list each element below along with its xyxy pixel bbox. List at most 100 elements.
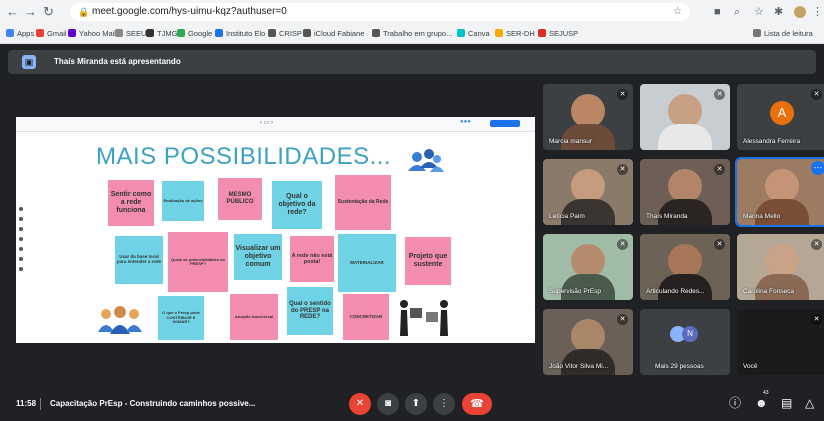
participant-tile[interactable]: ✕ Supervisão PrEsp: [543, 234, 633, 300]
bookmark-sejusp[interactable]: SEJUSP: [538, 27, 578, 40]
more-participants-tile[interactable]: N Mais 29 pessoas: [640, 309, 730, 375]
url-text: meet.google.com/hys-uimu-kqz?authuser=0: [92, 6, 287, 17]
bookmark-google[interactable]: Google: [177, 27, 212, 40]
lock-icon: 🔒: [78, 7, 90, 17]
star-icon[interactable]: ☆: [754, 4, 764, 20]
sticky-note[interactable]: Usar da base local para entender a rede: [115, 236, 163, 284]
zoom-icon[interactable]: ⌕: [734, 4, 740, 20]
bookmark-trabalho[interactable]: Trabalho em grupo...: [372, 27, 452, 40]
reload-icon[interactable]: ↻: [43, 4, 54, 20]
browser-toolbar: ← → ↻ 🔒 meet.google.com/hys-uimu-kqz?aut…: [0, 0, 824, 24]
present-icon: ▣: [22, 55, 36, 69]
participant-tile[interactable]: ⋯ Marina Mello: [735, 157, 824, 227]
presenting-text: Thaís Miranda está apresentando: [54, 57, 181, 66]
side-tools: [19, 207, 25, 277]
sticky-note[interactable]: Sentir como a rede funciona: [108, 180, 154, 226]
sticky-note[interactable]: Projeto que sustente: [405, 237, 451, 285]
profile-avatar[interactable]: [794, 6, 806, 18]
people-icon[interactable]: ☻: [755, 394, 768, 412]
bookmark-tjmg[interactable]: TJMG: [146, 27, 177, 40]
address-bar[interactable]: 🔒 meet.google.com/hys-uimu-kqz?authuser=…: [70, 3, 690, 21]
participant-tile[interactable]: ✕ Marcia mansur: [543, 84, 633, 150]
self-tile[interactable]: ✕ Você: [737, 309, 824, 375]
divider: [40, 398, 41, 410]
participant-tile[interactable]: ✕ Thaís Miranda: [640, 159, 730, 225]
bookmarks-bar: Apps Gmail Yahoo Mail SEEU TJMG Google I…: [0, 24, 824, 44]
more-options-icon[interactable]: ⋮: [433, 393, 455, 415]
bookmark-crisp[interactable]: CRISP: [268, 27, 302, 40]
bookmark-apps[interactable]: Apps: [6, 27, 34, 40]
bookmark-icloud[interactable]: iCloud Fabiane: [303, 27, 364, 40]
participant-name: Supervisão PrEsp: [549, 288, 602, 295]
people-count-badge: 43: [763, 390, 769, 396]
bookmark-star-icon[interactable]: ☆: [673, 3, 682, 21]
bookmark-seeu[interactable]: SEEU: [115, 27, 146, 40]
app-logo: ●●●: [460, 119, 471, 125]
sticky-note[interactable]: MESMO PÚBLICO: [218, 178, 262, 220]
camera-icon[interactable]: ■: [714, 4, 721, 20]
participant-tile[interactable]: ✕ Articulando Redes...: [640, 234, 730, 300]
bookmark-gmail[interactable]: Gmail: [36, 27, 67, 40]
sticky-note[interactable]: Qual o objetivo da rede?: [272, 181, 322, 229]
team-icon: [98, 306, 142, 334]
participant-tile[interactable]: ✕ Carolina Fonseca: [737, 234, 824, 300]
menu-icon[interactable]: ⋮: [812, 4, 823, 20]
avatar: N: [682, 326, 698, 342]
participant-tile[interactable]: ✕ João Vitor Silva Mi...: [543, 309, 633, 375]
mic-off-icon: ✕: [811, 89, 822, 100]
mic-off-icon: ✕: [617, 164, 628, 175]
end-call-button[interactable]: ☎: [462, 393, 492, 415]
participant-tile[interactable]: ✕: [640, 84, 730, 150]
participant-name: Letícia Paim: [549, 213, 585, 220]
activities-icon[interactable]: △: [805, 394, 814, 412]
mic-off-icon: ✕: [617, 239, 628, 250]
puzzle-people-icon: [400, 300, 448, 336]
sticky-note[interactable]: MATERIALIZAR: [338, 234, 396, 292]
participant-name: Você: [743, 363, 758, 370]
sticky-note[interactable]: CONCRETIZAR: [343, 294, 389, 340]
reading-list[interactable]: Lista de leitura: [753, 27, 813, 40]
mic-off-icon: ✕: [811, 314, 822, 325]
participant-tile[interactable]: ✕ Letícia Paim: [543, 159, 633, 225]
mic-off-icon: ✕: [714, 164, 725, 175]
mic-off-icon: ✕: [617, 89, 628, 100]
share-button[interactable]: [490, 120, 520, 127]
meeting-title: Capacitação PrEsp - Construindo caminhos…: [50, 399, 256, 408]
info-icon[interactable]: ⓘ: [729, 394, 741, 412]
bookmark-canva[interactable]: Canva: [457, 27, 490, 40]
participant-name: João Vitor Silva Mi...: [549, 363, 609, 370]
bookmark-ser-dh[interactable]: SER-DH: [495, 27, 535, 40]
participant-tile[interactable]: A ✕ Alessandra Ferreira: [737, 84, 824, 150]
participant-name: Articulando Redes...: [646, 288, 705, 295]
mic-toggle-icon[interactable]: ✕: [349, 393, 371, 415]
participant-name: Alessandra Ferreira: [743, 138, 801, 145]
sticky-note[interactable]: Visualizar um objetivo comum: [234, 234, 282, 280]
more-options-icon[interactable]: ⋯: [811, 161, 824, 175]
participant-avatar: A: [770, 101, 794, 125]
forward-icon[interactable]: →: [24, 4, 37, 20]
participant-name: Carolina Fonseca: [743, 288, 794, 295]
participant-name: Thaís Miranda: [646, 213, 688, 220]
sticky-note[interactable]: Qual o sentido do PRESP na REDE?: [287, 287, 333, 335]
clock: 11:58: [16, 399, 37, 408]
back-icon[interactable]: ←: [6, 4, 19, 20]
bookmark-instituto-elo[interactable]: Instituto Elo: [215, 27, 265, 40]
present-screen-icon[interactable]: ⬆: [405, 393, 427, 415]
bookmark-yahoo[interactable]: Yahoo Mail: [68, 27, 116, 40]
presenting-banner: ▣ Thaís Miranda está apresentando: [8, 50, 816, 74]
extensions-icon[interactable]: ✱: [774, 4, 783, 20]
mic-off-icon: ✕: [811, 239, 822, 250]
meeting-controls-bar: 11:58 Capacitação PrEsp - Construindo ca…: [0, 390, 824, 421]
more-participants-label: Mais 29 pessoas: [655, 363, 704, 370]
sticky-note[interactable]: Realização de ações: [162, 181, 204, 221]
sticky-note[interactable]: Atuação transversal: [230, 294, 278, 340]
sticky-note[interactable]: O que o Presp pode CONTRIBUIR E SOMAR?: [158, 296, 204, 340]
camera-toggle-icon[interactable]: ◙: [377, 393, 399, 415]
sticky-note[interactable]: Quais as potencialidades do PRESP?: [168, 232, 228, 292]
sticky-note[interactable]: A rede não está posta!: [290, 236, 334, 282]
sticky-note[interactable]: Sustentação da Rede: [335, 175, 391, 230]
slide-title: MAIS POSSIBILIDADES...: [96, 143, 392, 170]
chat-icon[interactable]: ▤: [781, 394, 792, 412]
participant-name: Marina Mello: [743, 213, 781, 220]
frame-nav[interactable]: ‹ ▭ ›: [260, 119, 273, 126]
